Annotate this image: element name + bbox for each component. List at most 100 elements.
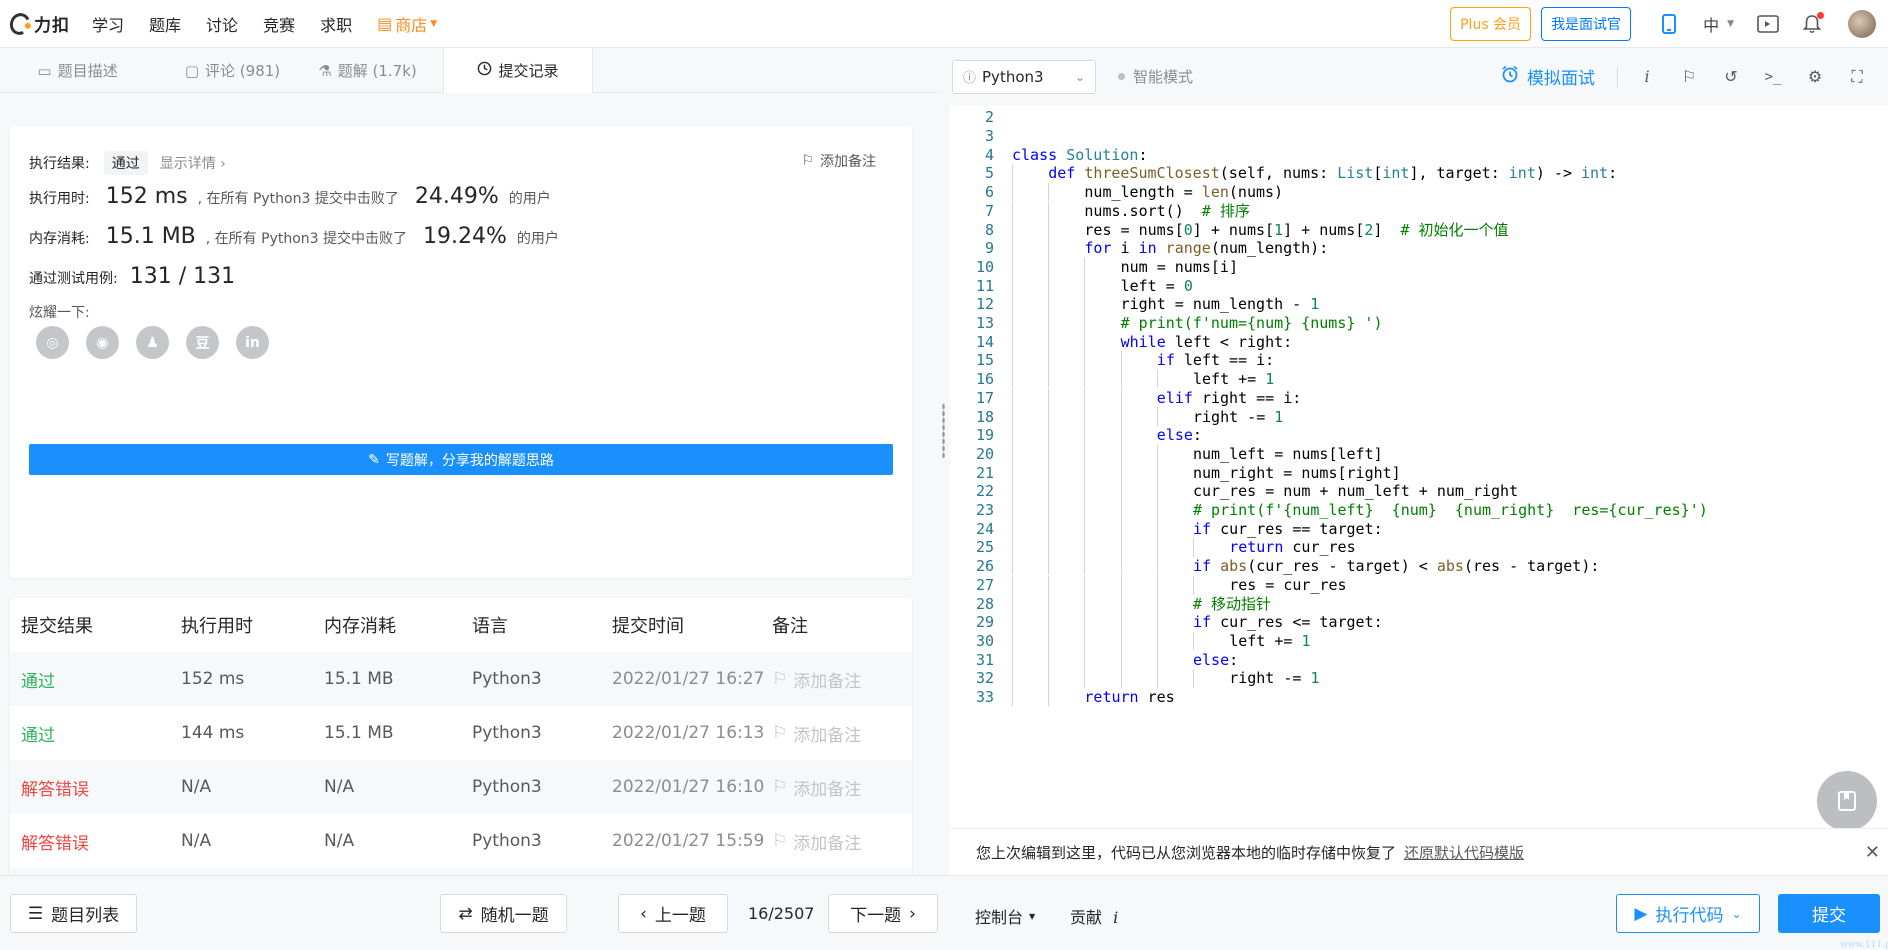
qq-icon[interactable]: ♟ — [136, 326, 169, 359]
random-problem-button[interactable]: ⇄ 随机一题 — [440, 894, 567, 933]
table-row[interactable]: 解答错误 N/A N/A Python3 2022/01/27 16:10 ⚐ 添加备注 — [10, 760, 912, 814]
linkedin-icon[interactable]: in — [236, 326, 269, 359]
submit-button[interactable]: 提交 — [1778, 894, 1880, 933]
submission-status-link[interactable]: 解答错误 — [10, 775, 181, 800]
code-line[interactable]: 4 class Solution: — [950, 145, 1148, 164]
code-line[interactable]: 8 res = nums[0] + nums[1] + nums[2] # 初始化… — [950, 220, 1509, 239]
add-note-button[interactable]: ⚐添加备注 — [772, 667, 912, 692]
code-line[interactable]: 14 while left < right: — [950, 332, 1292, 352]
code-line[interactable]: 31 else: — [950, 650, 1238, 669]
table-row[interactable]: 通过 152 ms 15.1 MB Python3 2022/01/27 16:27 ⚐ 添… — [10, 652, 912, 706]
table-row[interactable]: 解答错误 N/A N/A Python3 2022/01/27 15:59 ⚐ 添加备注 — [10, 814, 912, 868]
table-row[interactable]: 通过 144 ms 15.1 MB Python3 2022/01/27 16:13 ⚐ 添… — [10, 706, 912, 760]
console-toggle[interactable]: 控制台 ▼ — [975, 904, 1035, 928]
wechat-icon[interactable]: ◎ — [36, 326, 69, 359]
tab-label: 评论 (981) — [205, 62, 281, 80]
add-note-button[interactable]: ⚐添加备注 — [772, 829, 912, 854]
leetcode-logo[interactable]: 力扣 — [6, 9, 70, 38]
nav-discuss[interactable]: 讨论 — [206, 12, 238, 36]
tab-submissions[interactable]: 提交记录 — [443, 48, 593, 93]
code-line[interactable]: 7 nums.sort() # 排序 — [950, 201, 1250, 220]
nav-store[interactable]: ▤ 商店 ▼ — [377, 12, 437, 36]
code-line[interactable]: 18 right -= 1 — [950, 407, 1283, 426]
code-line[interactable]: 15 if left == i: — [950, 351, 1274, 370]
mobile-icon[interactable] — [1658, 13, 1680, 35]
drag-handle-icon[interactable] — [942, 403, 945, 458]
reset-icon[interactable]: ↺ — [1720, 66, 1742, 88]
language-switch[interactable]: 中 ▼ — [1703, 12, 1734, 36]
code-line[interactable]: 21 num_right = nums[right] — [950, 463, 1401, 482]
info-italic-icon[interactable]: i — [1636, 66, 1658, 88]
indent-guide — [1012, 220, 1013, 239]
bell-icon[interactable] — [1801, 12, 1824, 35]
run-code-button[interactable]: ▶ 执行代码 ⌄ — [1616, 894, 1760, 933]
terminal-icon[interactable]: >_ — [1762, 66, 1784, 88]
code-line[interactable]: 20 num_left = nums[left] — [950, 444, 1383, 464]
plus-member-button[interactable]: Plus 会员 — [1450, 7, 1532, 41]
restore-notice: 您上次编辑到这里，代码已从您浏览器本地的临时存储中恢复了 还原默认代码模版 ✕ — [950, 828, 1888, 875]
code-line[interactable]: 28 # 移动指针 — [950, 594, 1271, 613]
add-note-button[interactable]: ⚐添加备注 — [772, 775, 912, 800]
problem-list-button[interactable]: ☰ 题目列表 — [10, 894, 137, 933]
code-line[interactable]: 11 left = 0 — [950, 276, 1193, 295]
code-text: if abs(cur_res - target) < abs(res - tar… — [1193, 557, 1600, 576]
code-line[interactable]: 27 res = cur_res — [950, 575, 1347, 595]
submission-status-link[interactable]: 通过 — [10, 667, 181, 692]
language-select[interactable]: ⓘ Python3 ⌄ — [952, 59, 1096, 94]
prev-problem-button[interactable]: ‹ 上一题 — [618, 894, 728, 933]
table-header: 提交结果 执行用时 内存消耗 语言 提交时间 备注 — [10, 598, 912, 652]
tab-solutions[interactable]: ⚗ 题解 (1.7k) — [300, 48, 435, 93]
code-line[interactable]: 26 if abs(cur_res - target) < abs(res - t… — [950, 556, 1599, 576]
code-line[interactable]: 29 if cur_res <= target: — [950, 612, 1383, 632]
code-line[interactable]: 2 — [950, 108, 994, 127]
code-line[interactable]: 32 right -= 1 — [950, 669, 1320, 688]
show-detail-link[interactable]: 显示详情 › — [160, 153, 226, 173]
write-solution-button[interactable]: ✎ 写题解，分享我的解题思路 — [29, 444, 893, 475]
mock-interview-button[interactable]: 模拟面试 — [1501, 64, 1595, 89]
pane-splitter[interactable] — [938, 48, 950, 875]
nav-study[interactable]: 学习 — [92, 12, 124, 36]
code-line[interactable]: 13 # print(f'num={num} {nums} ') — [950, 313, 1383, 333]
nav-contest[interactable]: 竞赛 — [263, 12, 295, 36]
avatar[interactable] — [1848, 10, 1876, 38]
tab-comments[interactable]: ▢ 评论 (981) — [165, 48, 300, 93]
code-line[interactable]: 9 for i in range(num_length): — [950, 238, 1328, 258]
contribute-link[interactable]: 贡献 i — [1070, 904, 1118, 928]
code-line[interactable]: 6 num_length = len(nums) — [950, 182, 1283, 202]
submission-status-link[interactable]: 解答错误 — [10, 829, 181, 854]
code-line[interactable]: 5 def threeSumClosest(self, nums: List[in… — [950, 164, 1617, 183]
code-line[interactable]: 24 if cur_res == target: — [950, 519, 1383, 539]
indent-guide — [1084, 351, 1086, 370]
flag-icon[interactable]: ⚐ — [1678, 66, 1700, 88]
code-line[interactable]: 3 — [950, 127, 994, 146]
code-line[interactable]: 25 return cur_res — [950, 538, 1356, 557]
add-note-button[interactable]: ⚐ 添加备注 — [801, 151, 876, 171]
close-icon[interactable]: ✕ — [1865, 842, 1880, 863]
code-line[interactable]: 10 num = nums[i] — [950, 257, 1238, 277]
code-line[interactable]: 19 else: — [950, 425, 1202, 445]
code-line[interactable]: 17 elif right == i: — [950, 388, 1301, 408]
next-problem-button[interactable]: 下一题 › — [828, 894, 938, 933]
restore-default-link[interactable]: 还原默认代码模版 — [1404, 842, 1524, 863]
fullscreen-icon[interactable]: ⛶ — [1846, 66, 1868, 88]
notebook-icon[interactable] — [1817, 771, 1877, 831]
memory-row: 内存消耗: 15.1 MB , 在所有 Python3 提交中击败了 19.24… — [29, 224, 559, 249]
submission-status-link[interactable]: 通过 — [10, 721, 181, 746]
interviewer-button[interactable]: 我是面试官 — [1541, 7, 1632, 41]
playground-icon[interactable] — [1757, 13, 1779, 35]
settings-icon[interactable]: ⚙ — [1804, 66, 1826, 88]
code-line[interactable]: 22 cur_res = num + num_left + num_right — [950, 482, 1518, 501]
nav-jobs[interactable]: 求职 — [320, 12, 352, 36]
code-line[interactable]: 30 left += 1 — [950, 631, 1310, 651]
code-editor[interactable]: 2 3 4 class Solution: 5 def threeSumClosest(s… — [950, 105, 1888, 828]
code-line[interactable]: 23 # print(f'{num_left} {num} {num_right}… — [950, 500, 1708, 520]
nav-problems[interactable]: 题库 — [149, 12, 181, 36]
code-line[interactable]: 33 return res — [950, 687, 1175, 707]
douban-icon[interactable]: 豆 — [186, 326, 219, 359]
code-line[interactable]: 16 left += 1 — [950, 369, 1274, 389]
tab-description[interactable]: ▭ 题目描述 — [0, 48, 155, 93]
code-line[interactable]: 12 right = num_length - 1 — [950, 295, 1319, 314]
smart-mode-toggle[interactable]: 智能模式 — [1118, 66, 1193, 87]
weibo-icon[interactable]: ◉ — [86, 326, 119, 359]
add-note-button[interactable]: ⚐添加备注 — [772, 721, 912, 746]
